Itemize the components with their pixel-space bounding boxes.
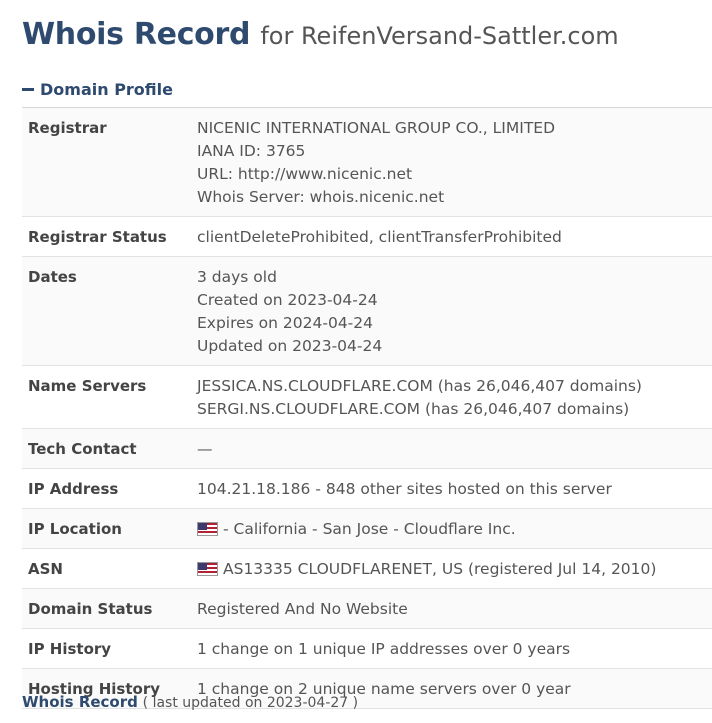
row-label: Dates [28, 268, 77, 286]
row-label: ASN [28, 560, 63, 578]
profile-row-registrar-status: Registrar Status clientDeleteProhibited, … [22, 217, 712, 257]
profile-row-ip-history: IP History 1 change on 1 unique IP addres… [22, 629, 712, 669]
row-value: - California - San Jose - Cloudflare Inc… [197, 518, 516, 541]
row-value-line: Whois Server: whois.nicenic.net [197, 186, 555, 209]
row-label: IP Address [28, 480, 119, 498]
row-label: IP Location [28, 520, 122, 538]
row-value-line: NICENIC INTERNATIONAL GROUP CO., LIMITED [197, 117, 555, 140]
row-label: Tech Contact [28, 440, 137, 458]
row-value-line: Updated on 2023-04-24 [197, 335, 382, 358]
row-value-text: JESSICA.NS.CLOUDFLARE.COM (has 26,046,40… [197, 377, 642, 395]
row-label: IP History [28, 640, 112, 658]
row-value-line: - California - San Jose - Cloudflare Inc… [197, 518, 516, 541]
domain-profile-table: Registrar NICENIC INTERNATIONAL GROUP CO.… [22, 107, 712, 709]
row-value: 1 change on 1 unique IP addresses over 0… [197, 638, 570, 661]
row-value-line: — [197, 438, 213, 461]
row-value-text: clientDeleteProhibited, clientTransferPr… [197, 228, 562, 246]
row-label: Registrar Status [28, 228, 167, 246]
row-value-text: Whois Server: whois.nicenic.net [197, 188, 445, 206]
profile-row-ip-location: IP Location - California - San Jose - Clo… [22, 509, 712, 549]
row-value-line: 3 days old [197, 266, 382, 289]
row-value-text: IANA ID: 3765 [197, 142, 306, 160]
row-value-text: SERGI.NS.CLOUDFLARE.COM (has 26,046,407 … [197, 400, 630, 418]
profile-row-domain-status: Domain Status Registered And No Website [22, 589, 712, 629]
row-value: JESSICA.NS.CLOUDFLARE.COM (has 26,046,40… [197, 375, 642, 421]
us-flag-icon [197, 522, 218, 536]
row-value-line: clientDeleteProhibited, clientTransferPr… [197, 226, 562, 249]
row-value: Registered And No Website [197, 598, 408, 621]
row-value-text: 104.21.18.186 - 848 other sites hosted o… [197, 480, 612, 498]
row-value: 104.21.18.186 - 848 other sites hosted o… [197, 478, 612, 501]
row-value-line: IANA ID: 3765 [197, 140, 555, 163]
row-value-text: URL: http://www.nicenic.net [197, 165, 413, 183]
whois-record-link[interactable]: Whois Record [22, 693, 138, 711]
profile-row-tech-contact: Tech Contact — [22, 429, 712, 469]
row-value-text: AS13335 CLOUDFLARENET, US (registered Ju… [223, 560, 657, 578]
row-value-text: 3 days old [197, 268, 277, 286]
profile-row-registrar: Registrar NICENIC INTERNATIONAL GROUP CO.… [22, 108, 712, 217]
row-label: Domain Status [28, 600, 153, 618]
row-value: NICENIC INTERNATIONAL GROUP CO., LIMITED… [197, 117, 555, 209]
row-value-text: Updated on 2023-04-24 [197, 337, 383, 355]
row-value-line: AS13335 CLOUDFLARENET, US (registered Ju… [197, 558, 656, 581]
profile-row-ip-address: IP Address 104.21.18.186 - 848 other site… [22, 469, 712, 509]
row-value-text: Registered And No Website [197, 600, 408, 618]
domain-profile-toggle[interactable]: Domain Profile [22, 80, 173, 99]
profile-row-asn: ASN AS13335 CLOUDFLARENET, US (registered… [22, 549, 712, 589]
row-value-line: 104.21.18.186 - 848 other sites hosted o… [197, 478, 612, 501]
page-title: Whois Record for ReifenVersand-Sattler.c… [22, 14, 619, 52]
row-value-text: Expires on 2024-04-24 [197, 314, 373, 332]
row-value: — [197, 438, 213, 461]
profile-row-dates: Dates 3 days old Created on 2023-04-24 Expi… [22, 257, 712, 366]
row-value-line: URL: http://www.nicenic.net [197, 163, 555, 186]
row-value-text: NICENIC INTERNATIONAL GROUP CO., LIMITED [197, 119, 556, 137]
row-label: Registrar [28, 119, 107, 137]
us-flag-icon [197, 562, 218, 576]
row-value-line: Expires on 2024-04-24 [197, 312, 382, 335]
whois-record-footer: Whois Record ( last updated on 2023-04-2… [22, 693, 358, 711]
collapse-minus-icon [22, 88, 34, 91]
row-value-line: Registered And No Website [197, 598, 408, 621]
row-value: 3 days old Created on 2023-04-24 Expires o… [197, 266, 382, 358]
row-value-text: Created on 2023-04-24 [197, 291, 378, 309]
last-updated-text: ( last updated on 2023-04-27 ) [142, 695, 359, 711]
row-value-text: — [197, 440, 213, 458]
row-value-line: SERGI.NS.CLOUDFLARE.COM (has 26,046,407 … [197, 398, 642, 421]
row-value-text: - California - San Jose - Cloudflare Inc… [223, 520, 516, 538]
row-value-line: Created on 2023-04-24 [197, 289, 382, 312]
row-value: clientDeleteProhibited, clientTransferPr… [197, 226, 562, 249]
row-label: Name Servers [28, 377, 147, 395]
section-title: Domain Profile [40, 80, 173, 99]
profile-row-name-servers: Name Servers JESSICA.NS.CLOUDFLARE.COM (h… [22, 366, 712, 429]
page-title-main: Whois Record [22, 17, 251, 52]
row-value: AS13335 CLOUDFLARENET, US (registered Ju… [197, 558, 656, 581]
page-title-domain: for ReifenVersand-Sattler.com [260, 22, 619, 50]
row-value-line: JESSICA.NS.CLOUDFLARE.COM (has 26,046,40… [197, 375, 642, 398]
row-value-line: 1 change on 1 unique IP addresses over 0… [197, 638, 570, 661]
row-value-text: 1 change on 1 unique IP addresses over 0… [197, 640, 571, 658]
